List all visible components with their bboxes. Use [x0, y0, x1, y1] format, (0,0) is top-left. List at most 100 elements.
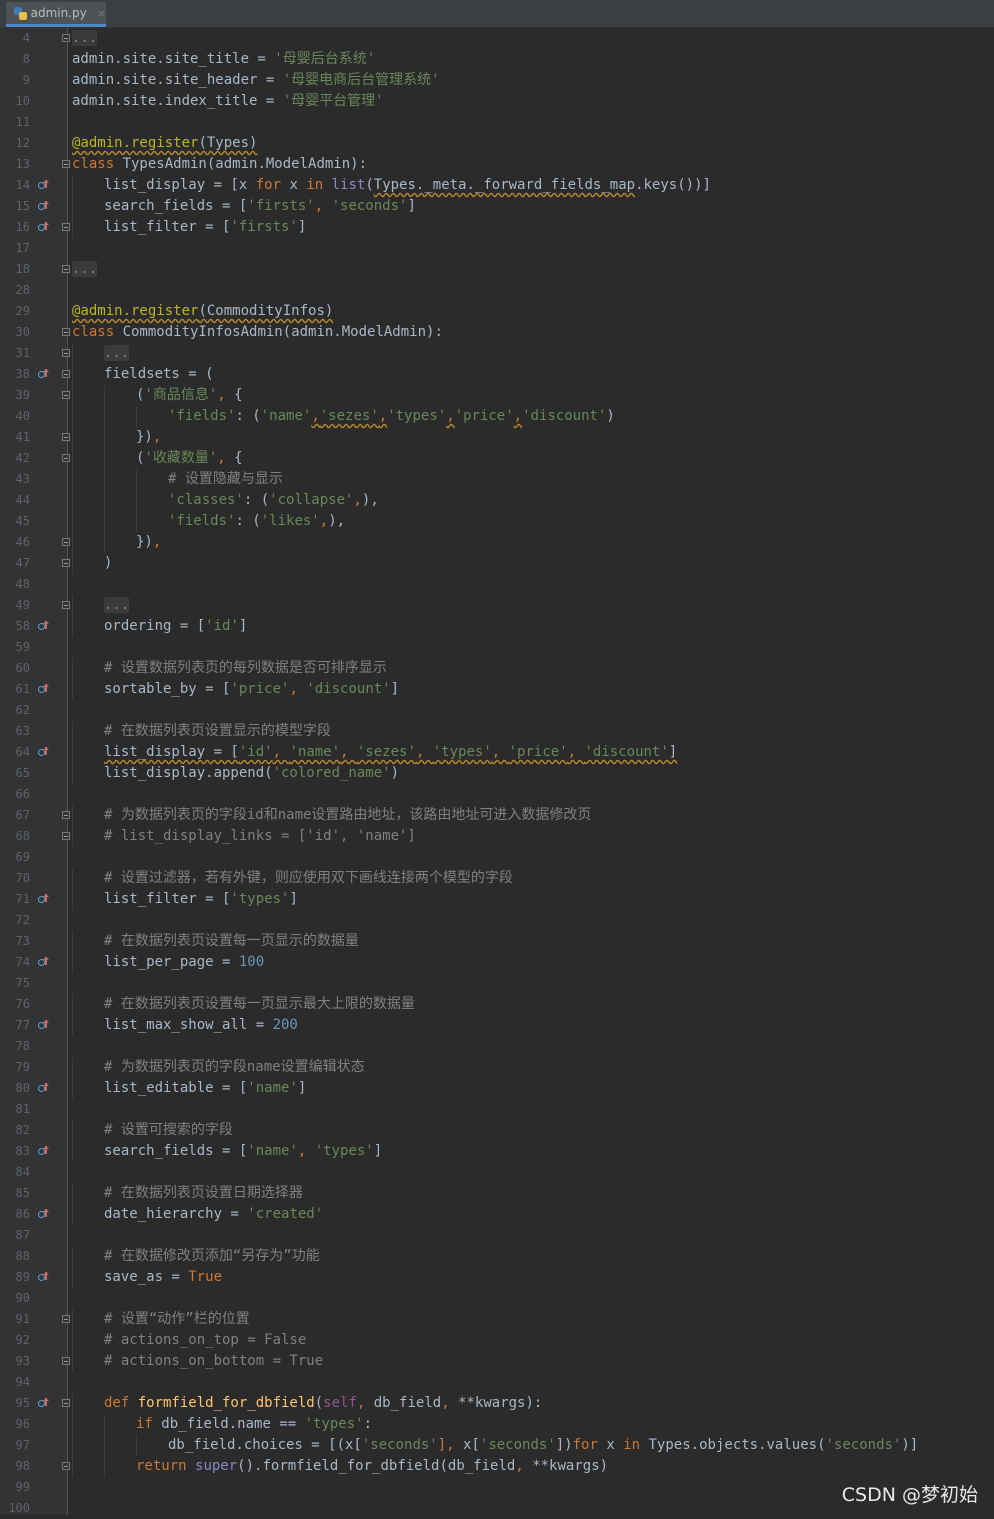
code-line[interactable]: 84 [0, 1162, 994, 1183]
code-line[interactable]: 78 [0, 1036, 994, 1057]
code-line[interactable]: 41}), [0, 427, 994, 448]
code-line[interactable]: 46}), [0, 532, 994, 553]
code-line[interactable]: 17 [0, 238, 994, 259]
code-line[interactable]: 42('收藏数量', { [0, 448, 994, 469]
code-line[interactable]: 69 [0, 847, 994, 868]
override-marker-icon[interactable] [38, 1083, 50, 1095]
code-line[interactable]: 28 [0, 280, 994, 301]
code-line[interactable]: 79# 为数据列表页的字段name设置编辑状态 [0, 1057, 994, 1078]
fold-toggle-icon[interactable] [62, 34, 70, 42]
tab-close-icon[interactable]: × [97, 7, 106, 20]
code-line[interactable]: 85# 在数据列表页设置日期选择器 [0, 1183, 994, 1204]
code-line[interactable]: 89save_as = True [0, 1267, 994, 1288]
code-line[interactable]: 68# list_display_links = ['id', 'name'] [0, 826, 994, 847]
override-marker-icon[interactable] [38, 684, 50, 696]
fold-toggle-icon[interactable] [62, 391, 70, 399]
code-line[interactable]: 44'classes': ('collapse',), [0, 490, 994, 511]
code-line[interactable]: 98return super().formfield_for_dbfield(d… [0, 1456, 994, 1477]
code-line[interactable]: 73# 在数据列表页设置每一页显示的数据量 [0, 931, 994, 952]
code-line[interactable]: 90 [0, 1288, 994, 1309]
code-line[interactable]: 30class CommodityInfosAdmin(admin.ModelA… [0, 322, 994, 343]
code-line[interactable]: 71list_filter = ['types'] [0, 889, 994, 910]
code-line[interactable]: 14list_display = [x for x in list(Types.… [0, 175, 994, 196]
fold-toggle-icon[interactable] [62, 349, 70, 357]
code-line[interactable]: 9admin.site.site_header = '母婴电商后台管理系统' [0, 70, 994, 91]
code-line[interactable]: 83search_fields = ['name', 'types'] [0, 1141, 994, 1162]
tab-admin-py[interactable]: admin.py × [6, 2, 106, 27]
code-line[interactable]: 64list_display = ['id', 'name', 'sezes',… [0, 742, 994, 763]
code-line[interactable]: 11 [0, 112, 994, 133]
override-marker-icon[interactable] [38, 201, 50, 213]
code-line[interactable]: 63# 在数据列表页设置显示的模型字段 [0, 721, 994, 742]
code-line[interactable]: 59 [0, 637, 994, 658]
fold-toggle-icon[interactable] [62, 454, 70, 462]
code-line[interactable]: 94 [0, 1372, 994, 1393]
code-line[interactable]: 93# actions_on_bottom = True [0, 1351, 994, 1372]
code-line[interactable]: 10admin.site.index_title = '母婴平台管理' [0, 91, 994, 112]
code-line[interactable]: 62 [0, 700, 994, 721]
code-line[interactable]: 70# 设置过滤器，若有外键，则应使用双下画线连接两个模型的字段 [0, 868, 994, 889]
fold-toggle-icon[interactable] [62, 1315, 70, 1323]
code-line[interactable]: 65list_display.append('colored_name') [0, 763, 994, 784]
override-marker-icon[interactable] [38, 621, 50, 633]
override-marker-icon[interactable] [38, 180, 50, 192]
fold-toggle-icon[interactable] [62, 811, 70, 819]
code-line[interactable]: 58ordering = ['id'] [0, 616, 994, 637]
code-line[interactable]: 92# actions_on_top = False [0, 1330, 994, 1351]
code-line[interactable]: 88# 在数据修改页添加“另存为”功能 [0, 1246, 994, 1267]
fold-toggle-icon[interactable] [62, 832, 70, 840]
code-line[interactable]: 81 [0, 1099, 994, 1120]
code-line[interactable]: 49... [0, 595, 994, 616]
fold-toggle-icon[interactable] [62, 223, 70, 231]
code-line[interactable]: 45'fields': ('likes',), [0, 511, 994, 532]
code-line[interactable]: 75 [0, 973, 994, 994]
code-line[interactable]: 48 [0, 574, 994, 595]
code-line[interactable]: 97db_field.choices = [(x['seconds'], x['… [0, 1435, 994, 1456]
fold-toggle-icon[interactable] [62, 433, 70, 441]
code-line[interactable]: 72 [0, 910, 994, 931]
override-marker-icon[interactable] [38, 369, 50, 381]
fold-toggle-icon[interactable] [62, 328, 70, 336]
code-line[interactable]: 31... [0, 343, 994, 364]
code-line[interactable]: 95def formfield_for_dbfield(self, db_fie… [0, 1393, 994, 1414]
code-line[interactable]: 87 [0, 1225, 994, 1246]
code-line[interactable]: 60# 设置数据列表页的每列数据是否可排序显示 [0, 658, 994, 679]
code-line[interactable]: 4... [0, 28, 994, 49]
fold-toggle-icon[interactable] [62, 538, 70, 546]
fold-toggle-icon[interactable] [62, 160, 70, 168]
fold-toggle-icon[interactable] [62, 370, 70, 378]
code-line[interactable]: 16list_filter = ['firsts'] [0, 217, 994, 238]
code-editor[interactable]: 4...8admin.site.site_title = '母婴后台系统'9ad… [0, 28, 994, 1515]
code-line[interactable]: 39('商品信息', { [0, 385, 994, 406]
override-marker-icon[interactable] [38, 1209, 50, 1221]
override-marker-icon[interactable] [38, 747, 50, 759]
fold-toggle-icon[interactable] [62, 1357, 70, 1365]
code-line[interactable]: 47) [0, 553, 994, 574]
fold-toggle-icon[interactable] [62, 601, 70, 609]
fold-toggle-icon[interactable] [62, 1462, 70, 1470]
override-marker-icon[interactable] [38, 222, 50, 234]
override-marker-icon[interactable] [38, 894, 50, 906]
code-line[interactable]: 96if db_field.name == 'types': [0, 1414, 994, 1435]
override-marker-icon[interactable] [38, 1398, 50, 1410]
override-marker-icon[interactable] [38, 957, 50, 969]
code-line[interactable]: 18... [0, 259, 994, 280]
code-line[interactable]: 80list_editable = ['name'] [0, 1078, 994, 1099]
code-line[interactable]: 15search_fields = ['firsts', 'seconds'] [0, 196, 994, 217]
code-line[interactable]: 43# 设置隐藏与显示 [0, 469, 994, 490]
code-line[interactable]: 74list_per_page = 100 [0, 952, 994, 973]
fold-toggle-icon[interactable] [62, 1399, 70, 1407]
override-marker-icon[interactable] [38, 1020, 50, 1032]
code-line[interactable]: 29@admin.register(CommodityInfos) [0, 301, 994, 322]
code-line[interactable]: 76# 在数据列表页设置每一页显示最大上限的数据量 [0, 994, 994, 1015]
fold-toggle-icon[interactable] [62, 265, 70, 273]
fold-toggle-icon[interactable] [62, 559, 70, 567]
code-line[interactable]: 67# 为数据列表页的字段id和name设置路由地址，该路由地址可进入数据修改页 [0, 805, 994, 826]
code-line[interactable]: 12@admin.register(Types) [0, 133, 994, 154]
code-line[interactable]: 8admin.site.site_title = '母婴后台系统' [0, 49, 994, 70]
override-marker-icon[interactable] [38, 1272, 50, 1284]
code-line[interactable]: 82# 设置可搜索的字段 [0, 1120, 994, 1141]
code-line[interactable]: 61sortable_by = ['price', 'discount'] [0, 679, 994, 700]
code-line[interactable]: 91# 设置“动作”栏的位置 [0, 1309, 994, 1330]
code-line[interactable]: 13class TypesAdmin(admin.ModelAdmin): [0, 154, 994, 175]
